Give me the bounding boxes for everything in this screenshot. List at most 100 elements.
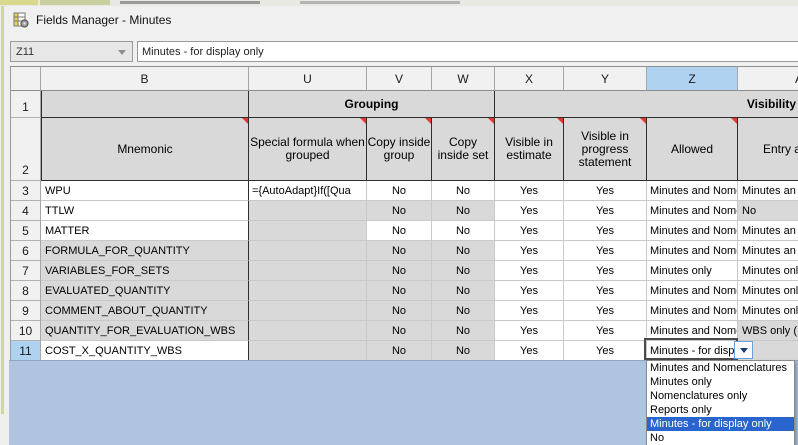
cell-z-row3[interactable]: Minutes and Nomenclatures bbox=[647, 181, 738, 201]
cell-w-row11[interactable]: No bbox=[432, 341, 495, 361]
cell-w-row10[interactable]: No bbox=[432, 321, 495, 341]
cell-y-row10[interactable]: Yes bbox=[564, 321, 647, 341]
dropdown-button[interactable] bbox=[734, 341, 753, 359]
cell-aa-row6[interactable]: Minutes an bbox=[738, 241, 798, 261]
cell-w-row5[interactable]: No bbox=[432, 221, 495, 241]
cell-z-row4[interactable]: Minutes and Nomenclatures bbox=[647, 201, 738, 221]
cell-y-row4[interactable]: Yes bbox=[564, 201, 647, 221]
cell-v-row4[interactable]: No bbox=[367, 201, 432, 221]
cell-b-row7[interactable]: VARIABLES_FOR_SETS bbox=[41, 261, 249, 281]
cell-y-row11[interactable]: Yes bbox=[564, 341, 647, 361]
cell-y-row7[interactable]: Yes bbox=[564, 261, 647, 281]
cell-z-row10[interactable]: Minutes and Nomenclatures bbox=[647, 321, 738, 341]
header-copy-inside-group[interactable]: Copy inside group bbox=[367, 118, 432, 181]
column-header-V[interactable]: V bbox=[367, 67, 432, 91]
cell-x-row7[interactable]: Yes bbox=[495, 261, 564, 281]
column-header-X[interactable]: X bbox=[495, 67, 564, 91]
cell-w-row8[interactable]: No bbox=[432, 281, 495, 301]
cell-y-row3[interactable]: Yes bbox=[564, 181, 647, 201]
cell-x-row11[interactable]: Yes bbox=[495, 341, 564, 361]
cell-x-row4[interactable]: Yes bbox=[495, 201, 564, 221]
cell-y-row9[interactable]: Yes bbox=[564, 301, 647, 321]
column-header-Z-selected[interactable]: Z bbox=[647, 67, 738, 91]
cell-x-row9[interactable]: Yes bbox=[495, 301, 564, 321]
column-header-W[interactable]: W bbox=[432, 67, 495, 91]
dropdown-option[interactable]: Nomenclatures only bbox=[647, 389, 794, 403]
cell-x-row3[interactable]: Yes bbox=[495, 181, 564, 201]
cell-w-row6[interactable]: No bbox=[432, 241, 495, 261]
row-header-11[interactable]: 11 bbox=[11, 341, 41, 361]
header-special-formula[interactable]: Special formula when grouped bbox=[249, 118, 367, 181]
cell-x-row10[interactable]: Yes bbox=[495, 321, 564, 341]
row-header-5[interactable]: 5 bbox=[11, 221, 41, 241]
cell-b-row4[interactable]: TTLW bbox=[41, 201, 249, 221]
dropdown-option[interactable]: No bbox=[647, 431, 794, 445]
dropdown-option[interactable]: Reports only bbox=[647, 403, 794, 417]
row-header-4[interactable]: 4 bbox=[11, 201, 41, 221]
cell-b-row9[interactable]: COMMENT_ABOUT_QUANTITY bbox=[41, 301, 249, 321]
cell-y-row5[interactable]: Yes bbox=[564, 221, 647, 241]
cell-u-row5[interactable] bbox=[249, 221, 367, 241]
cell-w-row4[interactable]: No bbox=[432, 201, 495, 221]
cell-b-row3[interactable]: WPU bbox=[41, 181, 249, 201]
column-header-Y[interactable]: Y bbox=[564, 67, 647, 91]
cell-v-row8[interactable]: No bbox=[367, 281, 432, 301]
header-mnemonic[interactable]: Mnemonic bbox=[41, 118, 249, 181]
cell-z-row7[interactable]: Minutes only bbox=[647, 261, 738, 281]
cell-u-row9[interactable] bbox=[249, 301, 367, 321]
cell-b-row11[interactable]: COST_X_QUANTITY_WBS bbox=[41, 341, 249, 361]
cell-b-row1[interactable] bbox=[41, 91, 249, 118]
cell-x-row8[interactable]: Yes bbox=[495, 281, 564, 301]
cell-aa-row8[interactable]: Minutes only bbox=[738, 281, 798, 301]
corner-header[interactable] bbox=[11, 67, 41, 91]
name-box[interactable]: Z11 bbox=[10, 41, 133, 62]
cell-aa-row9[interactable]: Minutes only bbox=[738, 301, 798, 321]
cell-v-row7[interactable]: No bbox=[367, 261, 432, 281]
cell-v-row9[interactable]: No bbox=[367, 301, 432, 321]
cell-b-row6[interactable]: FORMULA_FOR_QUANTITY bbox=[41, 241, 249, 261]
cell-x-row5[interactable]: Yes bbox=[495, 221, 564, 241]
cell-u-row4[interactable] bbox=[249, 201, 367, 221]
row-header-6[interactable]: 6 bbox=[11, 241, 41, 261]
cell-w-row7[interactable]: No bbox=[432, 261, 495, 281]
cell-u-row7[interactable] bbox=[249, 261, 367, 281]
row-header-1[interactable]: 1 bbox=[11, 91, 41, 118]
cell-v-row6[interactable]: No bbox=[367, 241, 432, 261]
cell-u-row8[interactable] bbox=[249, 281, 367, 301]
cell-aa-row5[interactable]: Minutes an bbox=[738, 221, 798, 241]
cell-z-row9[interactable]: Minutes and Nomenclatures bbox=[647, 301, 738, 321]
visibility-merged-header[interactable]: Visibility bbox=[495, 91, 798, 118]
dropdown-option[interactable]: Minutes only bbox=[647, 375, 794, 389]
cell-z-row11[interactable]: Minutes - for display only bbox=[647, 341, 738, 361]
cell-y-row6[interactable]: Yes bbox=[564, 241, 647, 261]
cell-v-row3[interactable]: No bbox=[367, 181, 432, 201]
cell-b-row8[interactable]: EVALUATED_QUANTITY bbox=[41, 281, 249, 301]
header-copy-inside-set[interactable]: Copy inside set bbox=[432, 118, 495, 181]
row-header-7[interactable]: 7 bbox=[11, 261, 41, 281]
header-allowed[interactable]: Allowed bbox=[647, 118, 738, 181]
cell-v-row10[interactable]: No bbox=[367, 321, 432, 341]
cell-aa-row10[interactable]: WBS only ( bbox=[738, 321, 798, 341]
column-header-AA[interactable]: A bbox=[738, 67, 798, 91]
header-entry-allowed[interactable]: Entry allowed bbox=[738, 118, 798, 181]
dropdown-option[interactable]: Minutes - for display only bbox=[647, 417, 794, 431]
header-visible-in-progress[interactable]: Visible in progress statement bbox=[564, 118, 647, 181]
cell-y-row8[interactable]: Yes bbox=[564, 281, 647, 301]
cell-z-row6[interactable]: Minutes and Nomenclatures bbox=[647, 241, 738, 261]
row-header-10[interactable]: 10 bbox=[11, 321, 41, 341]
cell-x-row6[interactable]: Yes bbox=[495, 241, 564, 261]
cell-z-row8[interactable]: Minutes and Nomenclatures bbox=[647, 281, 738, 301]
dropdown-option[interactable]: Minutes and Nomenclatures bbox=[647, 361, 794, 375]
cell-b-row10[interactable]: QUANTITY_FOR_EVALUATION_WBS bbox=[41, 321, 249, 341]
column-header-U[interactable]: U bbox=[249, 67, 367, 91]
cell-u-row10[interactable] bbox=[249, 321, 367, 341]
row-header-2[interactable]: 2 bbox=[11, 118, 41, 181]
cell-u-row3[interactable]: ={AutoAdapt}If([Qua bbox=[249, 181, 367, 201]
formula-input[interactable]: Minutes - for display only bbox=[137, 41, 798, 62]
row-header-3[interactable]: 3 bbox=[11, 181, 41, 201]
grouping-merged-header[interactable]: Grouping bbox=[249, 91, 495, 118]
cell-w-row9[interactable]: No bbox=[432, 301, 495, 321]
cell-u-row6[interactable] bbox=[249, 241, 367, 261]
cell-v-row11[interactable]: No bbox=[367, 341, 432, 361]
cell-aa-row3[interactable]: Minutes an bbox=[738, 181, 798, 201]
